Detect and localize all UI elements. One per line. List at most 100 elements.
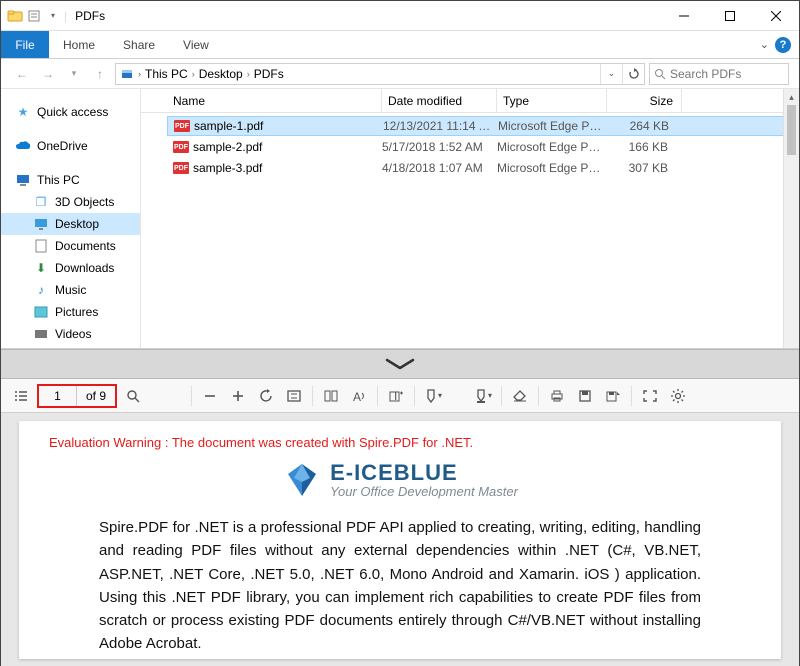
cube-icon: ❒ bbox=[33, 194, 49, 210]
eiceblue-logo-icon bbox=[282, 460, 322, 500]
maximize-button[interactable] bbox=[707, 1, 753, 31]
chevron-down-icon[interactable]: ▾ bbox=[45, 8, 61, 24]
col-size[interactable]: Size bbox=[607, 89, 682, 112]
crumb-thispc[interactable]: This PC bbox=[141, 67, 192, 81]
nav-thispc[interactable]: This PC bbox=[1, 169, 140, 191]
ribbon-expand-icon[interactable]: ⌄ bbox=[760, 38, 769, 51]
back-button[interactable]: ← bbox=[11, 63, 33, 85]
nav-pictures[interactable]: Pictures bbox=[1, 301, 140, 323]
page-indicator: 1 of 9 bbox=[37, 384, 117, 408]
nav-downloads[interactable]: ⬇Downloads bbox=[1, 257, 140, 279]
star-icon: ★ bbox=[15, 104, 31, 120]
file-name: sample-2.pdf bbox=[193, 140, 262, 154]
tab-share[interactable]: Share bbox=[109, 31, 169, 58]
nav-desktop[interactable]: Desktop bbox=[1, 213, 140, 235]
save-as-icon[interactable] bbox=[601, 384, 625, 408]
video-icon bbox=[33, 326, 49, 342]
tab-view[interactable]: View bbox=[169, 31, 223, 58]
file-name: sample-3.pdf bbox=[193, 161, 262, 175]
recent-button[interactable]: ▾ bbox=[63, 63, 85, 85]
help-icon[interactable]: ? bbox=[775, 37, 791, 53]
vertical-scrollbar[interactable]: ▴ bbox=[783, 89, 799, 348]
save-icon[interactable] bbox=[573, 384, 597, 408]
nav-onedrive[interactable]: OneDrive bbox=[1, 135, 140, 157]
titlebar: ▾ | PDFs bbox=[1, 1, 799, 31]
pdf-icon: PDF bbox=[173, 162, 189, 174]
contents-icon[interactable] bbox=[9, 384, 33, 408]
pdf-toolbar: 1 of 9 A T ▾ ▾ bbox=[1, 379, 799, 413]
file-size: 307 KB bbox=[601, 161, 676, 175]
history-dropdown-button[interactable]: ⌄ bbox=[600, 64, 622, 84]
search-icon bbox=[654, 68, 666, 80]
file-date: 5/17/2018 1:52 AM bbox=[376, 140, 491, 154]
pictures-icon bbox=[33, 304, 49, 320]
nav-quick-access[interactable]: ★ Quick access bbox=[1, 101, 140, 123]
rotate-icon[interactable] bbox=[254, 384, 278, 408]
download-icon: ⬇ bbox=[33, 260, 49, 276]
tab-file[interactable]: File bbox=[1, 31, 49, 58]
search-placeholder: Search PDFs bbox=[670, 67, 741, 81]
zoom-in-icon[interactable] bbox=[226, 384, 250, 408]
find-icon[interactable] bbox=[121, 384, 145, 408]
window-title: PDFs bbox=[67, 9, 105, 23]
brand-tagline: Your Office Development Master bbox=[330, 485, 518, 499]
scroll-thumb[interactable] bbox=[787, 105, 796, 155]
tab-home[interactable]: Home bbox=[49, 31, 109, 58]
qat-props-icon[interactable] bbox=[26, 8, 42, 24]
col-type[interactable]: Type bbox=[497, 89, 607, 112]
nav-videos[interactable]: Videos bbox=[1, 323, 140, 345]
print-icon[interactable] bbox=[545, 384, 569, 408]
nav-system-c[interactable]: system (C:) bbox=[1, 345, 140, 348]
search-box[interactable]: Search PDFs bbox=[649, 63, 789, 85]
svg-text:A: A bbox=[353, 390, 361, 403]
col-date[interactable]: Date modified bbox=[382, 89, 497, 112]
pdf-icon: PDF bbox=[173, 141, 189, 153]
page-number-input[interactable]: 1 bbox=[39, 386, 77, 406]
page-total: of 9 bbox=[77, 386, 115, 406]
file-row[interactable]: PDF sample-3.pdf 4/18/2018 1:07 AMMicrosof… bbox=[167, 158, 793, 178]
minimize-button[interactable] bbox=[661, 1, 707, 31]
add-text-icon[interactable]: T bbox=[384, 384, 408, 408]
logo-block: E-ICEBLUE Your Office Development Master bbox=[49, 460, 751, 500]
zoom-out-icon[interactable] bbox=[198, 384, 222, 408]
fit-page-icon[interactable] bbox=[282, 384, 306, 408]
pdf-viewport[interactable]: Evaluation Warning : The document was cr… bbox=[1, 413, 799, 666]
refresh-button[interactable] bbox=[622, 64, 644, 84]
brand-name: E-ICEBLUE bbox=[330, 461, 518, 485]
split-collapse-button[interactable] bbox=[1, 349, 799, 379]
page-view-icon[interactable] bbox=[319, 384, 343, 408]
settings-icon[interactable] bbox=[666, 384, 690, 408]
highlight-icon[interactable]: ▾ bbox=[471, 384, 495, 408]
file-size: 166 KB bbox=[601, 140, 676, 154]
pc-icon bbox=[15, 172, 31, 188]
file-type: Microsoft Edge PDF ... bbox=[491, 140, 601, 154]
address-bar[interactable]: › This PC › Desktop › PDFs ⌄ bbox=[115, 63, 645, 85]
file-date: 4/18/2018 1:07 AM bbox=[376, 161, 491, 175]
scroll-up-button[interactable]: ▴ bbox=[784, 89, 799, 105]
pdf-page: Evaluation Warning : The document was cr… bbox=[19, 421, 781, 659]
up-button[interactable]: ↑ bbox=[89, 63, 111, 85]
file-size: 264 KB bbox=[602, 119, 677, 133]
file-list-pane: ▴ Name Date modified Type Size PDFsample… bbox=[141, 89, 799, 348]
evaluation-warning: Evaluation Warning : The document was cr… bbox=[49, 435, 751, 450]
file-type: Microsoft Edge PDF ... bbox=[491, 161, 601, 175]
draw-icon[interactable]: ▾ bbox=[421, 384, 445, 408]
column-headers: Name Date modified Type Size bbox=[141, 89, 799, 113]
nav-documents[interactable]: Documents bbox=[1, 235, 140, 257]
nav-music[interactable]: ♪Music bbox=[1, 279, 140, 301]
close-button[interactable] bbox=[753, 1, 799, 31]
file-row[interactable]: PDFsample-1.pdf12/13/2021 11:14 AMMicros… bbox=[167, 116, 793, 136]
erase-icon[interactable] bbox=[508, 384, 532, 408]
forward-button[interactable]: → bbox=[37, 63, 59, 85]
crumb-desktop[interactable]: Desktop bbox=[195, 67, 247, 81]
col-name[interactable]: Name bbox=[167, 89, 382, 112]
fullscreen-icon[interactable] bbox=[638, 384, 662, 408]
nav-3d-objects[interactable]: ❒3D Objects bbox=[1, 191, 140, 213]
file-type: Microsoft Edge PDF ... bbox=[492, 119, 602, 133]
svg-text:T: T bbox=[392, 389, 400, 403]
folder-icon bbox=[7, 8, 23, 24]
nav-pane: ★ Quick access OneDrive This PC ❒3D Obje… bbox=[1, 89, 141, 348]
read-aloud-icon[interactable]: A bbox=[347, 384, 371, 408]
file-row[interactable]: PDF sample-2.pdf 5/17/2018 1:52 AMMicrosof… bbox=[167, 137, 793, 157]
crumb-pdfs[interactable]: PDFs bbox=[250, 67, 288, 81]
